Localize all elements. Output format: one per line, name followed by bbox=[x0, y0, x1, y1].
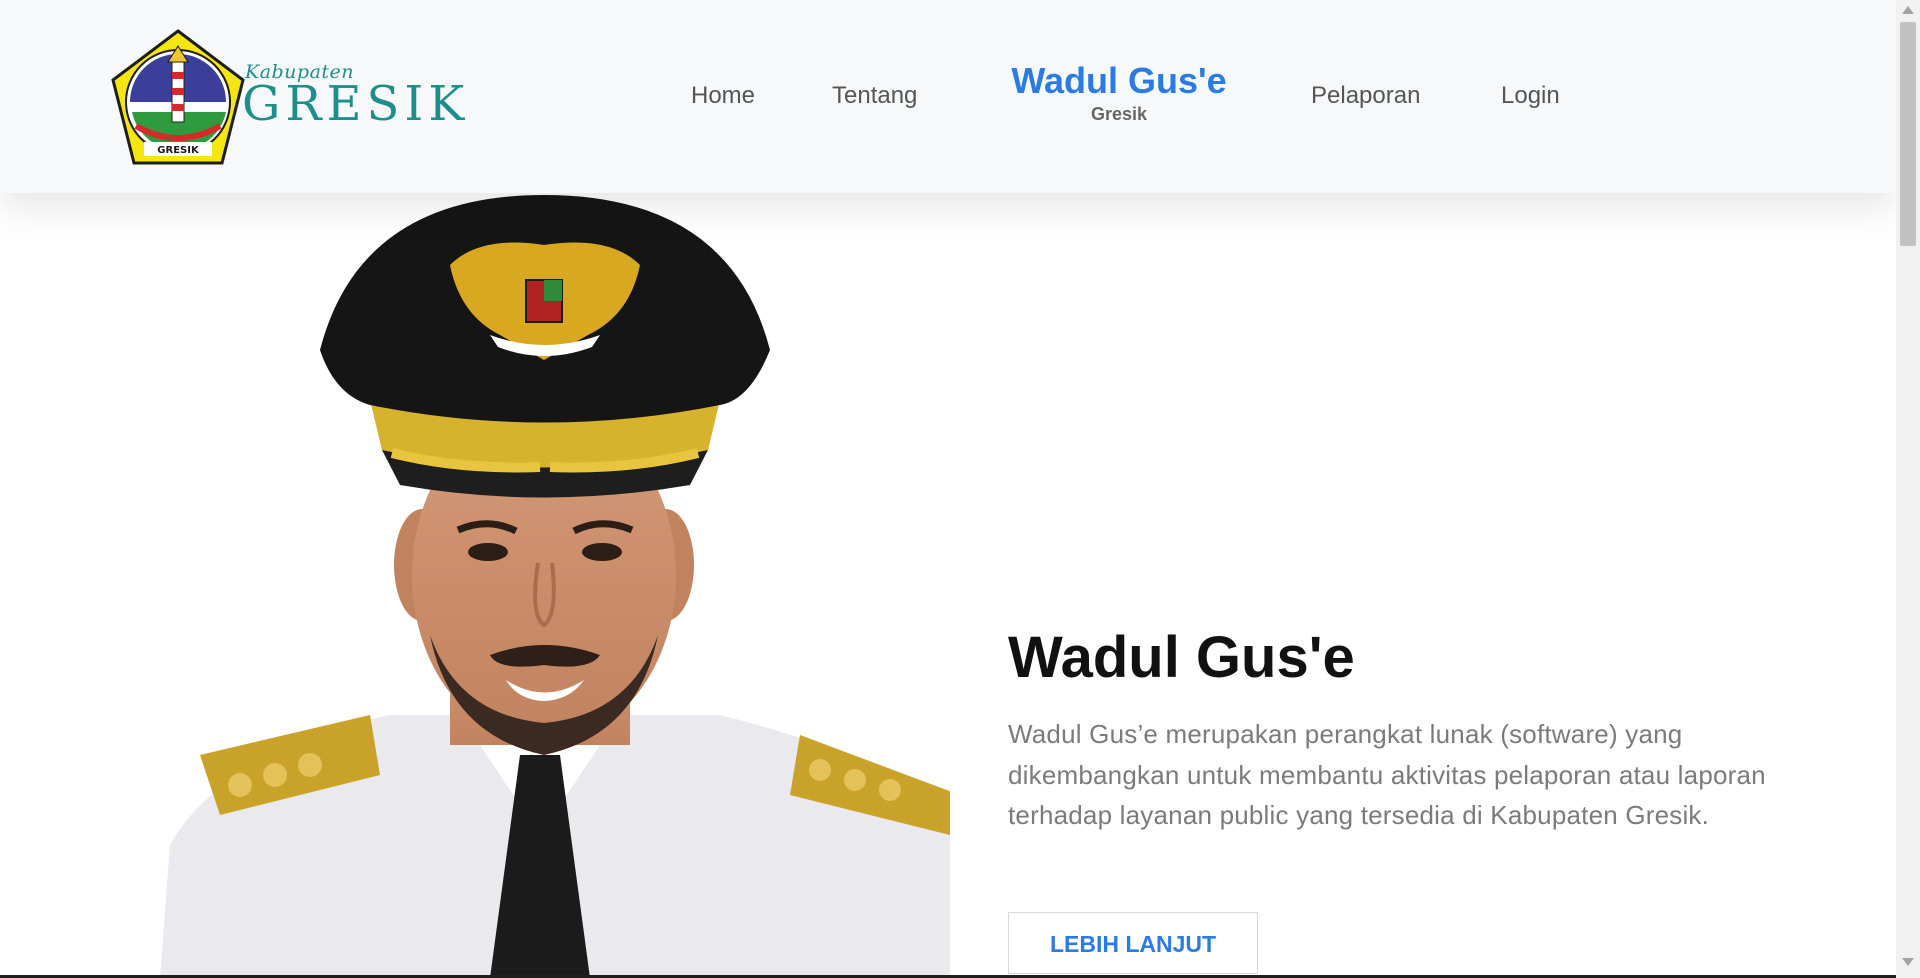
lebih-lanjut-button[interactable]: LEBIH LANJUT bbox=[1008, 912, 1258, 974]
nav-login-link[interactable]: Login bbox=[1501, 82, 1560, 110]
logo-gresik-text: GRESIK bbox=[242, 76, 470, 132]
brand[interactable]: Wadul Gus'e Gresik bbox=[1007, 60, 1231, 124]
nav-tentang-link[interactable]: Tentang bbox=[832, 82, 917, 110]
page-scrollbar[interactable] bbox=[1896, 0, 1920, 978]
nav-home-link[interactable]: Home bbox=[691, 82, 755, 110]
gresik-emblem-icon: GRESIK bbox=[111, 29, 245, 165]
scroll-up-arrow-icon[interactable] bbox=[1902, 6, 1914, 14]
hero-title: Wadul Gus'e bbox=[1008, 625, 1355, 690]
svg-text:GRESIK: GRESIK bbox=[157, 145, 200, 156]
scroll-down-arrow-icon[interactable] bbox=[1902, 958, 1914, 966]
brand-subtitle: Gresik bbox=[1090, 104, 1148, 124]
site-logo[interactable]: GRESIK Kabupaten GRESIK bbox=[110, 28, 470, 168]
nav-pelaporan-link[interactable]: Pelaporan bbox=[1311, 82, 1420, 110]
regent-portrait-image bbox=[160, 195, 950, 978]
navbar: GRESIK Kabupaten GRESIK Home Tentang Wad… bbox=[0, 0, 1896, 193]
brand-title: Wadul Gus'e bbox=[1011, 60, 1227, 101]
hero-description: Wadul Gus’e merupakan perangkat lunak (s… bbox=[1008, 719, 1766, 830]
scrollbar-thumb[interactable] bbox=[1900, 22, 1916, 246]
